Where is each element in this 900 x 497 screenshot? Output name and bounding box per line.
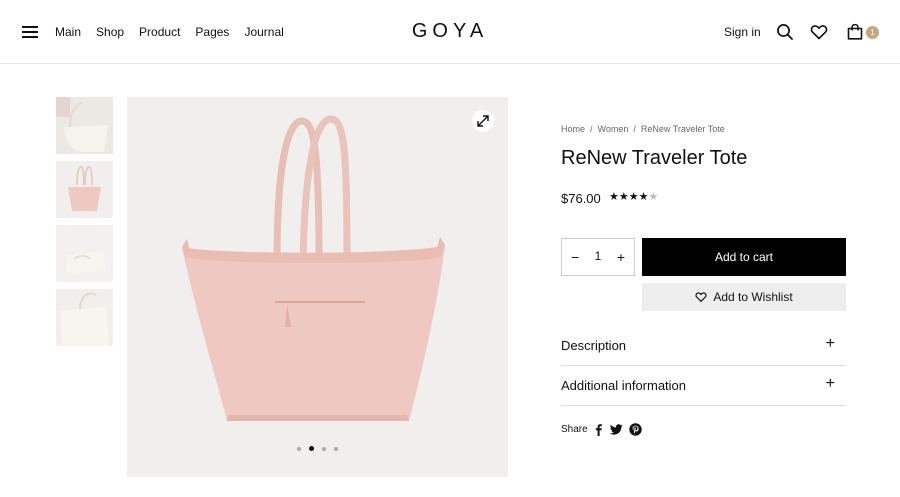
breadcrumb-separator: / (590, 124, 593, 134)
site-header: Main Shop Product Pages Journal GOYA Sig… (0, 0, 900, 64)
product-thumbnail[interactable] (56, 225, 113, 282)
carousel-dot[interactable] (297, 447, 301, 451)
pinterest-icon[interactable] (629, 423, 642, 436)
breadcrumb-current: ReNew Traveler Tote (640, 124, 725, 134)
nav-pages[interactable]: Pages (195, 25, 229, 39)
cart-count-badge: 1 (866, 26, 879, 39)
product-thumbnail-active[interactable] (56, 161, 113, 218)
share-label: Share (561, 424, 588, 435)
quantity-stepper: − 1 + (561, 238, 635, 276)
product-main-image[interactable] (127, 97, 508, 477)
accordion-label: Description (561, 338, 627, 353)
rating-stars: ★★★★★ (609, 190, 658, 203)
accordion-label: Additional information (561, 378, 687, 393)
breadcrumb-separator: / (633, 124, 636, 134)
fullscreen-arrows-icon (477, 115, 489, 127)
carousel-dot-active[interactable] (309, 446, 314, 451)
menu-icon[interactable] (22, 26, 38, 39)
twitter-icon[interactable] (610, 423, 623, 436)
nav-shop[interactable]: Shop (96, 25, 124, 39)
bag-icon[interactable] (846, 23, 864, 41)
star-icon: ★ (609, 191, 619, 203)
nav-journal[interactable]: Journal (244, 25, 283, 39)
expand-icon[interactable] (472, 110, 494, 132)
product-thumbnail[interactable] (56, 289, 113, 346)
plus-icon: + (825, 375, 835, 392)
star-icon: ★ (638, 191, 649, 203)
carousel-dots (127, 446, 508, 451)
heart-icon[interactable] (810, 23, 828, 41)
product-title: ReNew Traveler Tote (561, 147, 748, 169)
product-price: $76.00 (561, 191, 601, 206)
accordion-additional-information[interactable]: Additional information + (561, 366, 846, 406)
carousel-dot[interactable] (334, 447, 338, 451)
product-thumbnail[interactable] (56, 97, 113, 154)
main-nav: Main Shop Product Pages Journal (55, 25, 299, 39)
wishlist-label: Add to Wishlist (713, 290, 793, 304)
breadcrumb: Home / Women / ReNew Traveler Tote (561, 124, 725, 134)
accordion-description[interactable]: Description + (561, 326, 846, 366)
nav-main[interactable]: Main (55, 25, 81, 39)
breadcrumb-home[interactable]: Home (561, 124, 585, 134)
heart-icon (695, 292, 707, 302)
breadcrumb-women[interactable]: Women (598, 124, 629, 134)
star-icon: ★ (618, 191, 629, 203)
nav-product[interactable]: Product (139, 25, 180, 39)
sign-in-link[interactable]: Sign in (724, 25, 761, 39)
star-empty-icon: ★ (648, 191, 659, 203)
facebook-icon[interactable] (592, 423, 605, 436)
add-to-wishlist-button[interactable]: Add to Wishlist (642, 283, 846, 311)
star-icon: ★ (628, 191, 639, 203)
tote-bag-image (182, 115, 445, 421)
site-logo[interactable]: GOYA (412, 20, 488, 42)
increase-quantity-button[interactable]: + (617, 249, 625, 265)
carousel-dot[interactable] (322, 447, 326, 451)
add-to-cart-button[interactable]: Add to cart (642, 238, 846, 276)
search-icon[interactable] (776, 23, 794, 41)
plus-icon: + (825, 335, 835, 352)
